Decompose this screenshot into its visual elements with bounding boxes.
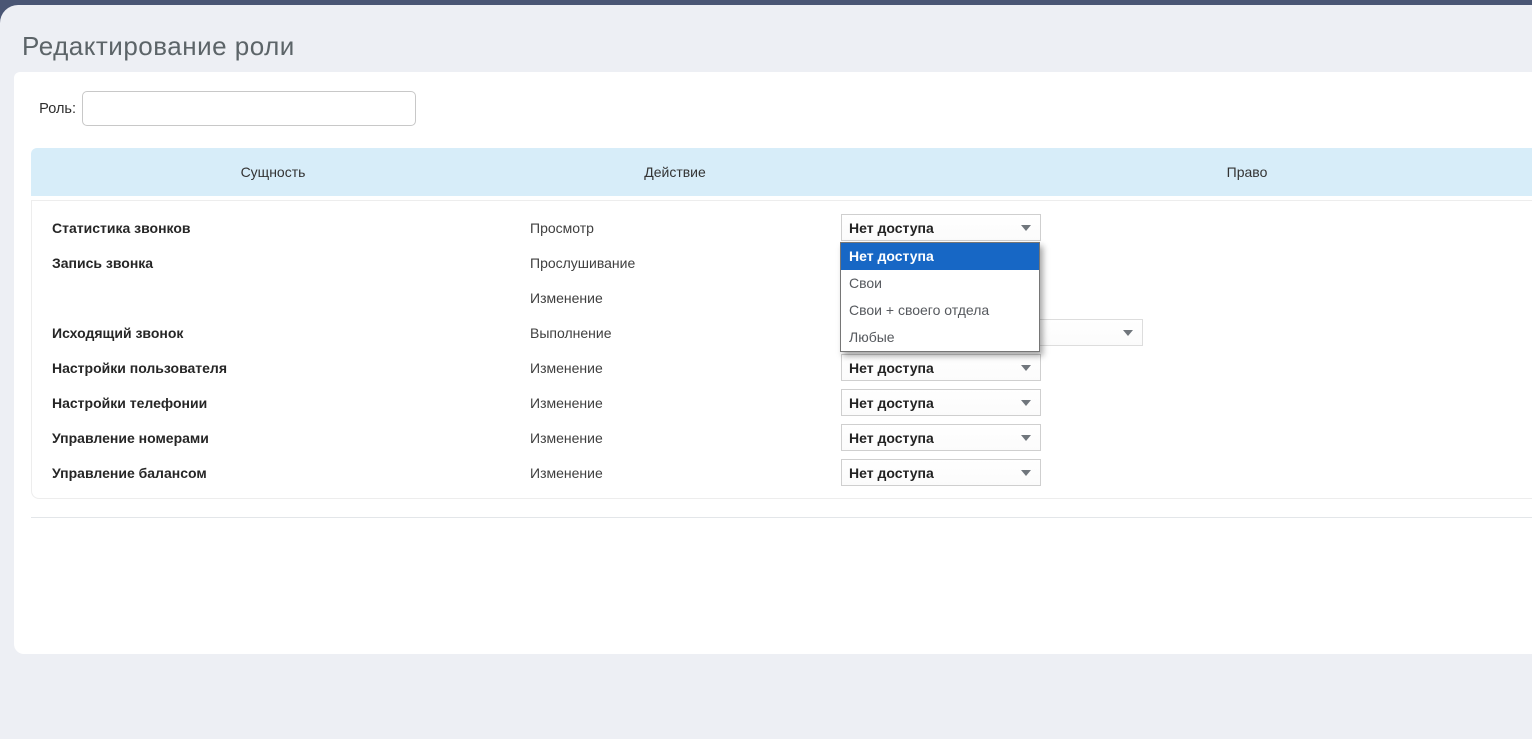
action-label: Прослушивание <box>530 255 841 271</box>
entity-label: Управление балансом <box>52 465 530 481</box>
right-select-balance-management[interactable]: Нет доступа <box>841 459 1041 486</box>
column-header-right: Право <box>1227 148 1268 196</box>
entity-label: Настройки пользователя <box>52 360 530 376</box>
table-row: Исходящий звонок Выполнение <box>32 315 1532 350</box>
chevron-down-icon <box>1021 400 1031 406</box>
role-edit-card: Роль: Сущность Действие Право Статистика… <box>14 72 1532 654</box>
dropdown-option-any[interactable]: Любые <box>841 324 1039 351</box>
right-select-telephony-settings[interactable]: Нет доступа <box>841 389 1041 416</box>
chevron-down-icon <box>1021 435 1031 441</box>
entity-label: Исходящий звонок <box>52 325 530 341</box>
select-value: Нет доступа <box>849 395 934 411</box>
entity-label: Управление номерами <box>52 430 530 446</box>
chevron-down-icon <box>1021 225 1031 231</box>
action-label: Изменение <box>530 360 841 376</box>
right-select-number-management[interactable]: Нет доступа <box>841 424 1041 451</box>
chevron-down-icon <box>1021 365 1031 371</box>
right-select-statistics[interactable]: Нет доступа <box>841 214 1041 241</box>
dropdown-option-own-department[interactable]: Свои + своего отдела <box>841 297 1039 324</box>
dropdown-option-own[interactable]: Свои <box>841 270 1039 297</box>
select-value: Нет доступа <box>849 360 934 376</box>
action-label: Изменение <box>530 290 841 306</box>
action-label: Изменение <box>530 465 841 481</box>
role-field-row: Роль: <box>38 91 416 126</box>
table-row: Управление номерами Изменение Нет доступ… <box>32 420 1532 455</box>
entity-label: Запись звонка <box>52 255 530 271</box>
column-header-action: Действие <box>644 148 706 196</box>
action-label: Изменение <box>530 430 841 446</box>
entity-label: Статистика звонков <box>52 220 530 236</box>
section-divider <box>31 517 1532 518</box>
dropdown-option-no-access[interactable]: Нет доступа <box>841 243 1039 270</box>
page-content: Редактирование роли Роль: Сущность Дейст… <box>0 5 1532 739</box>
permissions-table-body: Статистика звонков Просмотр Нет доступа … <box>31 200 1532 499</box>
page-title: Редактирование роли <box>22 31 295 62</box>
select-value: Нет доступа <box>849 465 934 481</box>
chevron-down-icon <box>1021 470 1031 476</box>
select-value: Нет доступа <box>849 220 934 236</box>
table-row: Запись звонка Прослушивание <box>32 245 1532 280</box>
action-label: Изменение <box>530 395 841 411</box>
entity-label: Настройки телефонии <box>52 395 530 411</box>
column-header-entity: Сущность <box>241 148 306 196</box>
right-select-user-settings[interactable]: Нет доступа <box>841 354 1041 381</box>
chevron-down-icon <box>1123 330 1133 336</box>
role-label: Роль: <box>38 101 76 117</box>
table-row: Настройки телефонии Изменение Нет доступ… <box>32 385 1532 420</box>
permissions-table-header: Сущность Действие Право <box>31 148 1532 196</box>
table-row: Статистика звонков Просмотр Нет доступа <box>32 210 1532 245</box>
action-label: Выполнение <box>530 325 841 341</box>
right-select-open-dropdown: Нет доступа Свои Свои + своего отдела Лю… <box>840 242 1040 352</box>
role-input[interactable] <box>82 91 416 126</box>
action-label: Просмотр <box>530 220 841 236</box>
select-value: Нет доступа <box>849 430 934 446</box>
table-row: Настройки пользователя Изменение Нет дос… <box>32 350 1532 385</box>
table-row: Управление балансом Изменение Нет доступ… <box>32 455 1532 490</box>
table-row: Изменение <box>32 280 1532 315</box>
